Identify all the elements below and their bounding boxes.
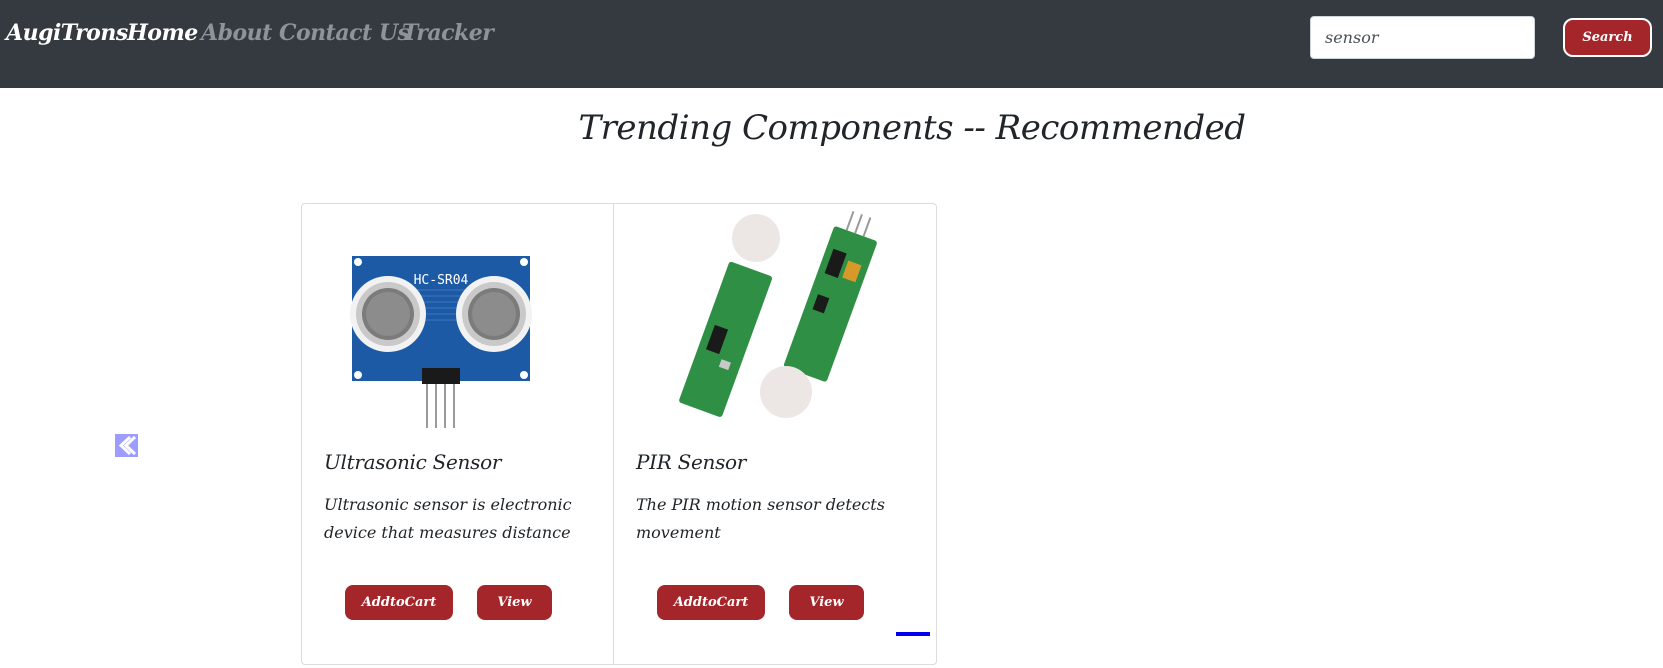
carousel-indicator[interactable] <box>896 632 930 636</box>
card-description: Ultrasonic sensor is electronic device t… <box>324 495 572 542</box>
card-description: The PIR motion sensor detects movement <box>636 495 885 542</box>
brand-logo[interactable]: AugiTrons <box>6 20 128 46</box>
navbar: AugiTrons Home About Contact Us Tracker … <box>0 0 1663 88</box>
nav-tracker[interactable]: Tracker <box>402 20 494 46</box>
view-button[interactable]: View <box>477 585 552 620</box>
product-carousel: HC-SR04 Ultrasonic Sensor Ultrasonic sen… <box>301 203 937 665</box>
add-to-cart-button[interactable]: AddtoCart <box>657 585 765 620</box>
product-card-pir: PIR Sensor The PIR motion sensor detects… <box>614 204 936 664</box>
view-button[interactable]: View <box>789 585 864 620</box>
sensor-model-label: HC-SR04 <box>414 273 469 288</box>
nav-about[interactable]: About <box>201 20 272 46</box>
search-input[interactable] <box>1310 16 1535 59</box>
chevron-left-icon <box>118 435 137 456</box>
page-title: Trending Components -- Recommended <box>578 108 1246 148</box>
nav-contact-us[interactable]: Contact Us <box>279 20 410 46</box>
add-to-cart-button[interactable]: AddtoCart <box>345 585 453 620</box>
card-title: PIR Sensor <box>636 450 747 474</box>
nav-home[interactable]: Home <box>127 20 198 46</box>
search-button[interactable]: Search <box>1563 18 1652 57</box>
card-title: Ultrasonic Sensor <box>324 450 502 474</box>
product-card-ultrasonic: HC-SR04 Ultrasonic Sensor Ultrasonic sen… <box>302 204 614 664</box>
ultrasonic-sensor-image: HC-SR04 <box>350 256 532 428</box>
carousel-prev-button[interactable] <box>115 434 138 457</box>
pir-sensor-image <box>679 210 877 418</box>
